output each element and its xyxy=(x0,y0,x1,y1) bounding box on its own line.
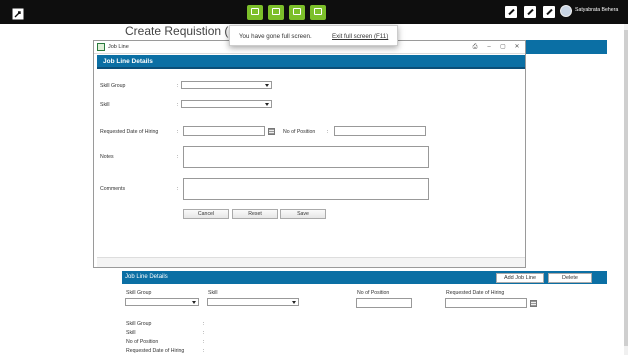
job-line-dialog: Job Line ⎙ – ▢ ✕ Job Line Details Skill … xyxy=(93,40,526,268)
no-of-position-input[interactable] xyxy=(356,298,412,308)
delete-button[interactable]: Delete xyxy=(548,273,592,283)
minimize-icon[interactable]: – xyxy=(486,44,492,50)
requested-date-input[interactable] xyxy=(183,126,265,136)
skill-select[interactable] xyxy=(207,298,299,306)
colon: : xyxy=(177,129,179,135)
fullscreen-notice: You have gone full screen. Exit full scr… xyxy=(229,25,398,46)
no-of-position-input[interactable] xyxy=(334,126,426,136)
dialog-footer xyxy=(97,257,525,267)
reset-button[interactable]: Reset xyxy=(232,209,278,219)
column-header: Skill Group xyxy=(126,290,152,296)
colon: : xyxy=(203,339,205,345)
section-title: Job Line Details xyxy=(125,274,168,280)
flag-icon[interactable] xyxy=(268,5,284,20)
save-button[interactable]: Save xyxy=(280,209,326,219)
page-header-band xyxy=(523,40,607,54)
skill-label: Skill xyxy=(100,102,110,108)
colon: : xyxy=(177,83,179,89)
chevron-down-icon xyxy=(292,301,296,304)
colon: : xyxy=(177,154,179,160)
colon: : xyxy=(203,348,205,354)
calendar-icon[interactable] xyxy=(268,128,275,135)
maximize-icon[interactable]: ▢ xyxy=(500,44,506,50)
section-header: Job Line Details xyxy=(97,55,525,69)
window-icon xyxy=(97,43,105,51)
summary-label: No of Position xyxy=(126,339,159,345)
comments-textarea[interactable] xyxy=(183,178,429,200)
column-header: Skill xyxy=(208,290,218,296)
close-icon[interactable]: ✕ xyxy=(514,44,520,50)
flag-icon[interactable] xyxy=(310,5,326,20)
column-header: Requested Date of Hiring xyxy=(446,290,505,296)
exit-fullscreen-link[interactable]: Exit full screen (F11) xyxy=(332,33,388,40)
skill-group-label: Skill Group xyxy=(100,83,126,89)
comments-label: Comments xyxy=(100,186,126,192)
add-job-line-button[interactable]: Add Job Line xyxy=(496,273,544,283)
skill-group-select[interactable] xyxy=(181,81,272,89)
fullscreen-message: You have gone full screen. xyxy=(239,33,312,40)
edit-icon[interactable] xyxy=(505,6,517,18)
colon: : xyxy=(203,330,205,336)
top-bar: Satyabrata Behera xyxy=(0,0,628,24)
skill-group-select[interactable] xyxy=(125,298,199,306)
skill-select[interactable] xyxy=(181,100,272,108)
cancel-button[interactable]: Cancel xyxy=(183,209,229,219)
calendar-icon[interactable] xyxy=(530,300,537,307)
colon: : xyxy=(177,186,179,192)
no-of-position-label: No of Position xyxy=(283,129,316,135)
colon: : xyxy=(327,129,329,135)
job-line-details-bar: Job Line Details Add Job Line Delete xyxy=(122,271,607,284)
chevron-down-icon xyxy=(265,84,269,87)
column-header: No of Position xyxy=(357,290,390,296)
flag-icon[interactable] xyxy=(247,5,263,20)
avatar[interactable] xyxy=(560,5,572,17)
chevron-down-icon xyxy=(192,301,196,304)
scrollbar-thumb[interactable] xyxy=(624,30,628,346)
summary-label: Skill xyxy=(126,330,136,336)
requested-date-label: Requested Date of Hiring xyxy=(100,129,159,135)
user-name[interactable]: Satyabrata Behera xyxy=(575,7,618,13)
notes-label: Notes xyxy=(100,154,114,160)
summary-label: Skill Group xyxy=(126,321,152,327)
colon: : xyxy=(203,321,205,327)
notes-textarea[interactable] xyxy=(183,146,429,168)
dialog-title: Job Line xyxy=(108,44,129,50)
edit-icon[interactable] xyxy=(524,6,536,18)
flag-icon[interactable] xyxy=(289,5,305,20)
requested-date-input[interactable] xyxy=(445,298,527,308)
print-icon[interactable]: ⎙ xyxy=(472,44,478,50)
edit-icon[interactable] xyxy=(543,6,555,18)
app-logo-icon[interactable] xyxy=(12,8,24,20)
section-title: Job Line Details xyxy=(103,58,153,65)
summary-label: Requested Date of Hiring xyxy=(126,348,185,354)
colon: : xyxy=(177,102,179,108)
chevron-down-icon xyxy=(265,103,269,106)
